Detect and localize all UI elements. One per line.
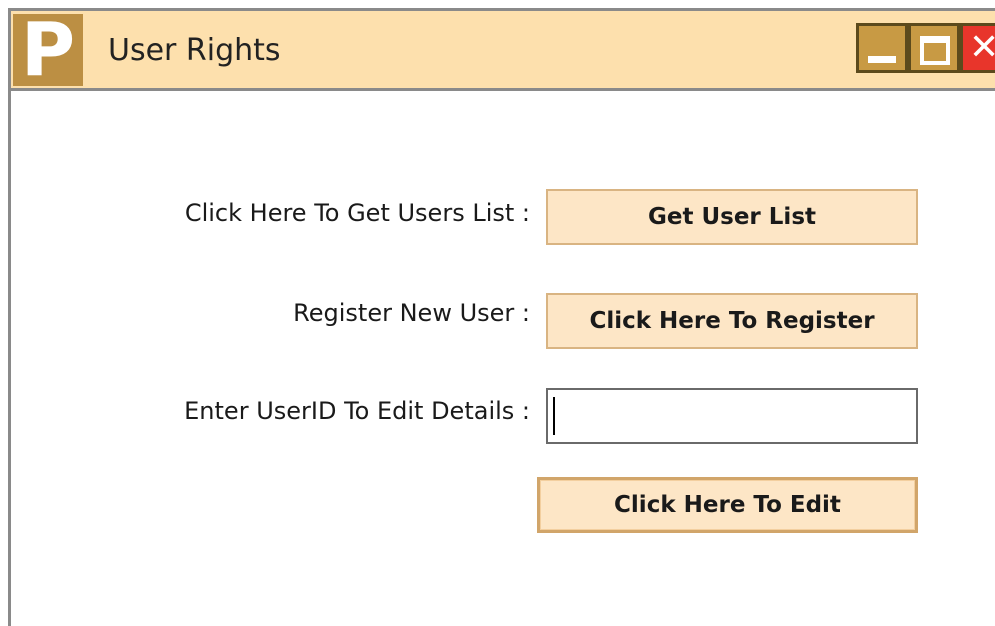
- maximize-button[interactable]: [908, 23, 960, 73]
- minimize-button[interactable]: [856, 23, 908, 73]
- app-logo-letter: P: [20, 7, 76, 93]
- register-button[interactable]: Click Here To Register: [546, 293, 918, 349]
- register-label: Register New User :: [293, 299, 530, 327]
- edit-button[interactable]: Click Here To Edit: [537, 477, 918, 533]
- get-user-list-button[interactable]: Get User List: [546, 189, 918, 245]
- close-button[interactable]: ✕: [960, 23, 995, 73]
- get-users-label: Click Here To Get Users List :: [184, 199, 530, 227]
- minimize-icon: [868, 56, 896, 63]
- close-icon: ✕: [969, 27, 995, 68]
- app-logo-icon: P: [13, 8, 83, 92]
- userid-input[interactable]: [546, 388, 918, 444]
- edit-userid-label: Enter UserID To Edit Details :: [184, 397, 530, 425]
- window-title: User Rights: [108, 33, 281, 68]
- user-rights-window: ✕ P User Rights Click Here To Get Users …: [0, 0, 995, 626]
- maximize-icon: [920, 36, 950, 65]
- window-border-left: [8, 10, 11, 626]
- text-caret: [553, 397, 555, 435]
